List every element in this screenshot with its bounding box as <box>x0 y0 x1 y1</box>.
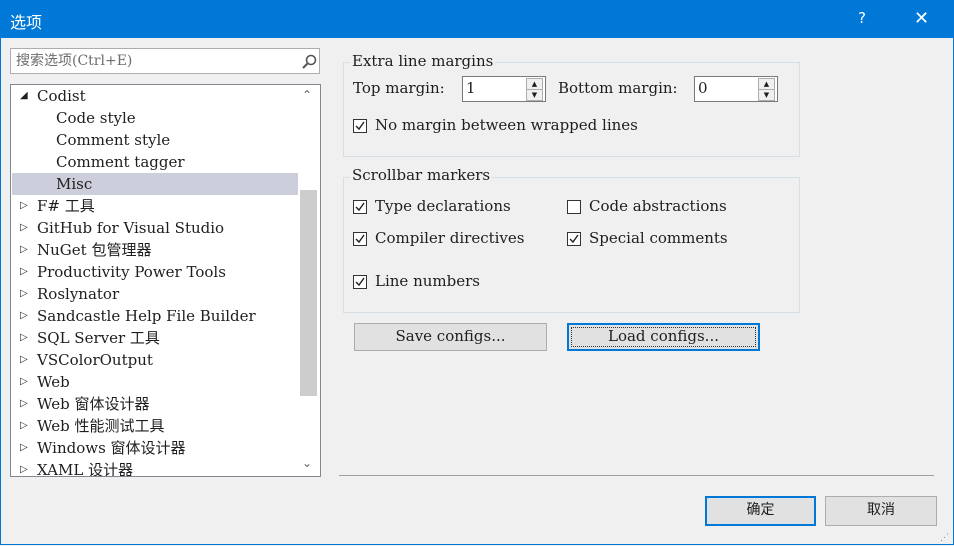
expand-icon[interactable]: ▷ <box>20 437 28 459</box>
compiler-directives-label[interactable]: Compiler directives <box>375 229 524 247</box>
tree-item[interactable]: ▷ Windows 窗体设计器 <box>12 437 298 459</box>
top-margin-label: Top margin: <box>353 79 445 97</box>
expand-icon[interactable]: ▷ <box>20 195 28 217</box>
expand-icon[interactable]: ▷ <box>20 261 28 283</box>
tree-item-label: Sandcastle Help File Builder <box>37 307 256 325</box>
expand-icon[interactable]: ▷ <box>20 349 28 371</box>
decrement-icon[interactable]: ▼ <box>526 89 543 101</box>
cancel-button[interactable]: 取消 <box>825 496 937 526</box>
special-comments-label[interactable]: Special comments <box>589 229 728 247</box>
collapse-icon[interactable]: ◢ <box>20 85 28 107</box>
options-tree[interactable]: ◢ Codist Code style Comment style Comment ta… <box>10 84 321 477</box>
type-declarations-checkbox[interactable] <box>353 200 367 214</box>
tree-item-label: Code style <box>56 109 136 127</box>
tree-item-label: VSColorOutput <box>37 351 153 369</box>
tree-item[interactable]: Comment style <box>12 129 298 151</box>
tree-item-label: Roslynator <box>37 285 120 303</box>
expand-icon[interactable]: ▷ <box>20 305 28 327</box>
bottom-margin-label: Bottom margin: <box>558 79 678 97</box>
markers-group-label: Scrollbar markers <box>350 166 493 184</box>
expand-icon[interactable]: ▷ <box>20 459 28 476</box>
tree-item[interactable]: Comment tagger <box>12 151 298 173</box>
focus-rect <box>571 327 756 347</box>
tree-item[interactable]: ▷ F# 工具 <box>12 195 298 217</box>
expand-icon[interactable]: ▷ <box>20 371 28 393</box>
tree-item[interactable]: ◢ Codist <box>12 85 298 107</box>
window-title: 选项 <box>10 13 43 32</box>
help-button[interactable]: ? <box>858 9 866 27</box>
margins-group-label: Extra line margins <box>350 52 496 70</box>
tree-item[interactable]: ▷ GitHub for Visual Studio <box>12 217 298 239</box>
tree-item-label: Codist <box>37 87 86 105</box>
no-margin-label[interactable]: No margin between wrapped lines <box>375 116 638 134</box>
expand-icon[interactable]: ▷ <box>20 283 28 305</box>
title-bar: 选项 ? ✕ <box>0 0 954 38</box>
tree-item[interactable]: ▷ SQL Server 工具 <box>12 327 298 349</box>
scroll-up-icon[interactable]: ⌃ <box>302 88 312 102</box>
code-abstractions-label[interactable]: Code abstractions <box>589 197 727 215</box>
tree-item-label: Productivity Power Tools <box>37 263 226 281</box>
tree-item-label: Comment style <box>56 131 171 149</box>
separator <box>339 475 934 476</box>
line-numbers-label[interactable]: Line numbers <box>375 272 480 290</box>
ok-label: 确定 <box>746 502 775 518</box>
tree-item[interactable]: ▷ Sandcastle Help File Builder <box>12 305 298 327</box>
tree-item-label: GitHub for Visual Studio <box>37 219 225 237</box>
tree-item[interactable]: ▷ Productivity Power Tools <box>12 261 298 283</box>
tree-scrollbar[interactable]: ⌃ ⌄ <box>298 85 320 476</box>
expand-icon[interactable]: ▷ <box>20 217 28 239</box>
tree-item-label: XAML 设计器 <box>37 461 134 477</box>
compiler-directives-checkbox[interactable] <box>353 232 367 246</box>
tree-item-label: NuGet 包管理器 <box>37 241 152 259</box>
scroll-down-icon[interactable]: ⌄ <box>302 456 312 470</box>
special-comments-checkbox[interactable] <box>567 232 581 246</box>
type-declarations-label[interactable]: Type declarations <box>375 197 511 215</box>
decrement-icon[interactable]: ▼ <box>758 89 775 101</box>
tree-item[interactable]: ▷ Web <box>12 371 298 393</box>
tree-item[interactable]: Misc <box>12 173 298 195</box>
tree-item-label: Web <box>37 373 70 391</box>
close-button[interactable]: ✕ <box>914 8 929 29</box>
tree-item[interactable]: ▷ Web 性能测试工具 <box>12 415 298 437</box>
expand-icon[interactable]: ▷ <box>20 327 28 349</box>
search-box[interactable] <box>10 48 320 74</box>
search-icon[interactable] <box>301 54 317 70</box>
load-configs-button[interactable]: Load configs... <box>567 323 760 351</box>
no-margin-checkbox[interactable] <box>353 119 367 133</box>
tree-item[interactable]: ▷ XAML 设计器 <box>12 459 298 477</box>
scroll-thumb[interactable] <box>300 190 317 396</box>
bottom-margin-stepper[interactable]: 0 ▲ ▼ <box>694 76 778 102</box>
tree-item[interactable]: ▷ Roslynator <box>12 283 298 305</box>
top-margin-value: 1 <box>466 79 476 97</box>
bottom-margin-value: 0 <box>698 79 708 97</box>
tree-item-label: F# 工具 <box>37 197 95 215</box>
ok-button[interactable]: 确定 <box>705 496 816 526</box>
tree-item[interactable]: ▷ NuGet 包管理器 <box>12 239 298 261</box>
top-margin-stepper[interactable]: 1 ▲ ▼ <box>462 76 546 102</box>
tree-item-label: Comment tagger <box>56 153 185 171</box>
resize-grip-icon[interactable]: ⋰ <box>940 533 949 543</box>
tree-item[interactable]: ▷ Web 窗体设计器 <box>12 393 298 415</box>
search-input[interactable] <box>16 52 296 70</box>
expand-icon[interactable]: ▷ <box>20 393 28 415</box>
tree-item-label: Web 性能测试工具 <box>37 417 165 435</box>
tree-item-label: Misc <box>56 175 93 193</box>
tree-item-label: SQL Server 工具 <box>37 329 160 347</box>
code-abstractions-checkbox[interactable] <box>567 200 581 214</box>
line-numbers-checkbox[interactable] <box>353 275 367 289</box>
tree-item-label: Windows 窗体设计器 <box>37 439 186 457</box>
tree-item[interactable]: Code style <box>12 107 298 129</box>
save-configs-button[interactable]: Save configs... <box>354 323 547 351</box>
expand-icon[interactable]: ▷ <box>20 415 28 437</box>
tree-item[interactable]: ▷ VSColorOutput <box>12 349 298 371</box>
expand-icon[interactable]: ▷ <box>20 239 28 261</box>
tree-item-label: Web 窗体设计器 <box>37 395 150 413</box>
